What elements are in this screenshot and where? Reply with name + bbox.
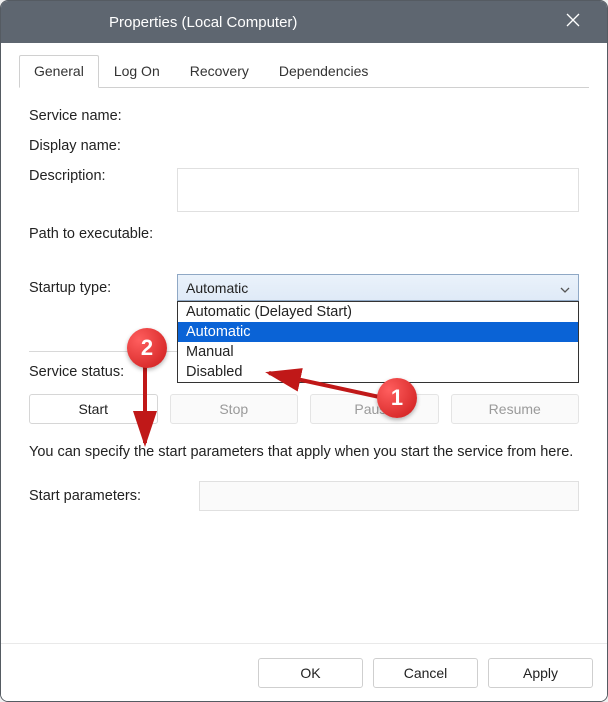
general-panel: Service name: Display name: Description:… — [19, 88, 589, 643]
start-button[interactable]: Start — [29, 394, 158, 424]
option-manual[interactable]: Manual — [178, 342, 578, 362]
close-icon[interactable] — [553, 13, 593, 31]
resume-button: Resume — [451, 394, 580, 424]
stop-button: Stop — [170, 394, 299, 424]
description-label: Description: — [29, 168, 177, 184]
tab-dependencies[interactable]: Dependencies — [264, 55, 384, 87]
note-text: You can specify the start parameters tha… — [29, 442, 579, 463]
startup-type-combo[interactable]: Automatic Automatic (Delayed Start) Auto… — [177, 274, 579, 301]
chevron-down-icon — [560, 280, 570, 296]
pause-button: Pause — [310, 394, 439, 424]
service-name-label: Service name: — [29, 108, 177, 124]
startup-type-selected: Automatic — [186, 280, 248, 296]
annotation-badge-2: 2 — [127, 328, 167, 368]
startup-type-label: Startup type: — [29, 280, 177, 296]
path-label: Path to executable: — [29, 226, 153, 242]
display-name-label: Display name: — [29, 138, 177, 154]
option-disabled[interactable]: Disabled — [178, 362, 578, 382]
start-parameters-input — [199, 481, 579, 511]
option-delayed[interactable]: Automatic (Delayed Start) — [178, 302, 578, 322]
window-title: Properties (Local Computer) — [15, 14, 297, 31]
tabs: General Log On Recovery Dependencies — [19, 55, 589, 88]
description-box[interactable] — [177, 168, 579, 212]
start-parameters-label: Start parameters: — [29, 488, 199, 504]
tab-logon[interactable]: Log On — [99, 55, 175, 87]
properties-dialog: Properties (Local Computer) General Log … — [0, 0, 608, 702]
ok-button[interactable]: OK — [258, 658, 363, 688]
cancel-button[interactable]: Cancel — [373, 658, 478, 688]
option-automatic[interactable]: Automatic — [178, 322, 578, 342]
dialog-footer: OK Cancel Apply — [1, 643, 607, 701]
tab-general[interactable]: General — [19, 55, 99, 88]
tab-recovery[interactable]: Recovery — [175, 55, 264, 87]
titlebar: Properties (Local Computer) — [1, 1, 607, 43]
apply-button[interactable]: Apply — [488, 658, 593, 688]
startup-type-list: Automatic (Delayed Start) Automatic Manu… — [177, 301, 579, 383]
service-status-label: Service status: — [29, 364, 177, 380]
